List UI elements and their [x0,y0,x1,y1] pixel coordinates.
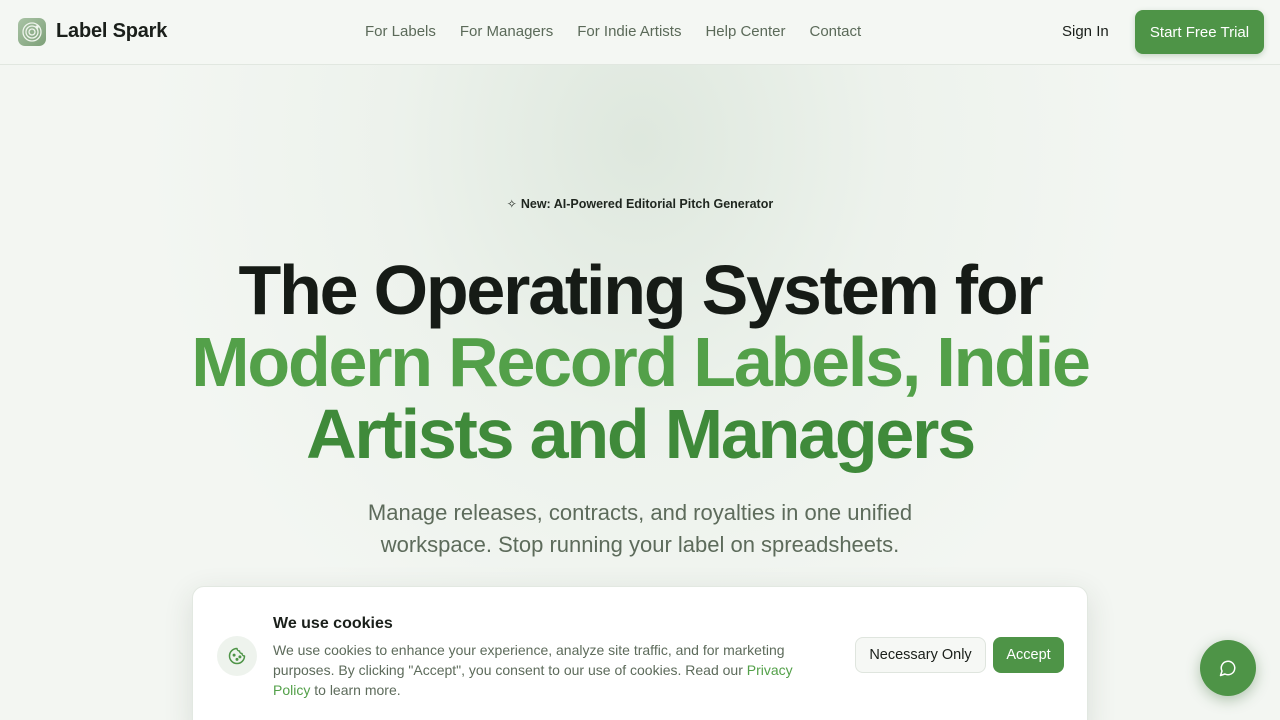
logo-icon[interactable] [18,18,46,46]
badge-text: New: AI-Powered Editorial Pitch Generato… [520,197,774,211]
chat-icon [1219,660,1236,677]
necessary-only-button[interactable]: Necessary Only [855,637,986,673]
nav-contact[interactable]: Contact [810,23,862,40]
announcement-badge[interactable]: ✧ New: AI-Powered Editorial Pitch Generat… [0,197,1280,211]
hero-title-line-2: Modern Record Labels, Indie [191,323,1091,401]
cookie-banner: We use cookies We use cookies to enhance… [192,586,1088,720]
accept-button[interactable]: Accept [993,637,1064,673]
cookie-body-end: to learn more. [314,682,401,698]
top-nav-bar: Label Spark For Labels For Managers For … [0,0,1280,65]
sparkle-icon: ✧ [506,197,517,211]
nav-help-center[interactable]: Help Center [705,23,785,40]
cookie-text: We use cookies to enhance your experienc… [273,640,833,700]
hero-title-line-1: The Operating System for [238,251,1044,329]
brand-name[interactable]: Label Spark [56,20,167,43]
hero-title-line-3: Artists and Managers [306,395,976,473]
nav-for-managers[interactable]: For Managers [460,23,553,40]
nav-for-labels[interactable]: For Labels [365,23,436,40]
cookie-icon [217,636,257,676]
nav-for-indie-artists[interactable]: For Indie Artists [577,23,681,40]
sign-in-link[interactable]: Sign In [1062,23,1109,40]
start-free-trial-button[interactable]: Start Free Trial [1135,10,1264,54]
hero-subtitle: Manage releases, contracts, and royaltie… [367,500,913,557]
hero-title: The Operating System for Modern Record L… [0,254,1280,470]
cookie-title: We use cookies [273,615,393,632]
main-nav: For Labels For Managers For Indie Artist… [365,23,861,40]
cookie-body: We use cookies to enhance your experienc… [273,642,785,678]
chat-button[interactable] [1200,640,1256,696]
